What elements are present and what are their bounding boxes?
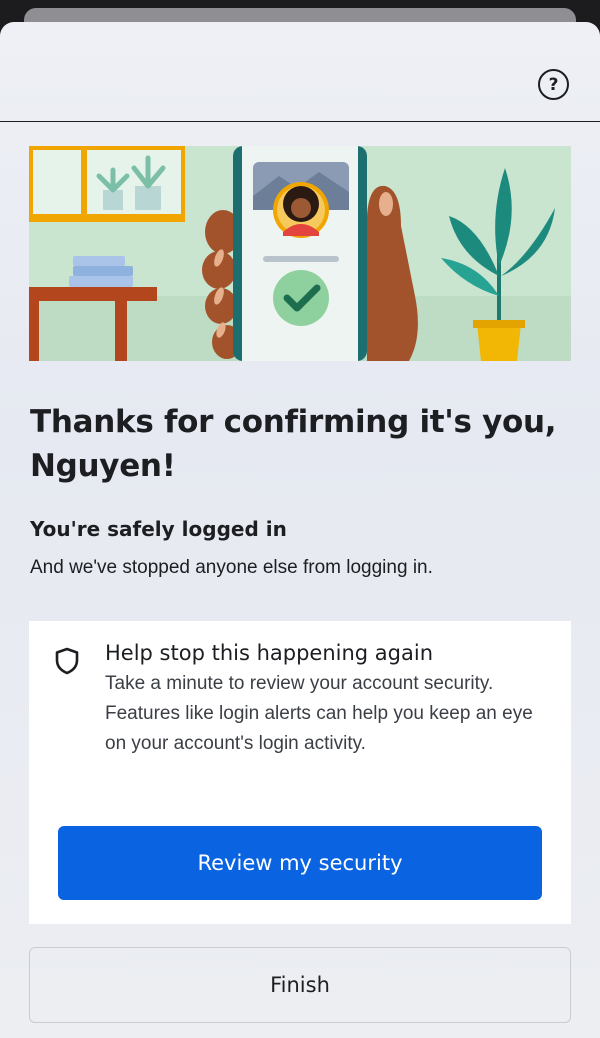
security-card-text: Take a minute to review your account sec… <box>105 673 533 754</box>
status-heading: You're safely logged in <box>30 517 287 541</box>
status-description: And we've stopped anyone else from loggi… <box>30 557 433 578</box>
hero-illustration <box>29 146 571 361</box>
security-card-title: Help stop this happening again <box>105 641 434 665</box>
security-card: Help stop this happening again Take a mi… <box>29 621 571 924</box>
question-circle-icon: ? <box>548 74 559 95</box>
top-bar: ? <box>0 22 600 122</box>
help-button[interactable]: ? <box>538 69 569 100</box>
login-confirmation-sheet: ? Thanks for confirming it's you, Nguyen… <box>0 22 600 1038</box>
review-security-button[interactable]: Review my security <box>58 826 542 900</box>
finish-button[interactable]: Finish <box>29 947 571 1023</box>
shield-icon <box>55 647 79 675</box>
page-title: Thanks for confirming it's you, Nguyen! <box>30 404 557 484</box>
